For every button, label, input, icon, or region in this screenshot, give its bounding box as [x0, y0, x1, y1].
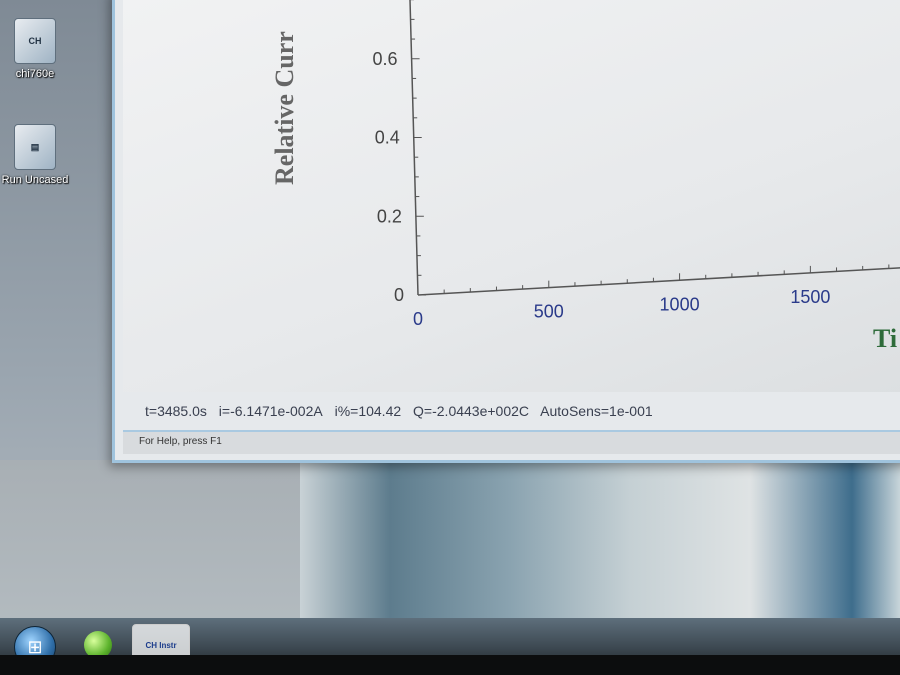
status-autosens: AutoSens=1e-001 — [540, 403, 653, 419]
document-icon: ▤ — [14, 124, 56, 170]
desktop-icon-chi760e[interactable]: CH chi760e — [0, 18, 70, 81]
chi-app-icon: CH — [14, 18, 56, 64]
status-current: i=-6.1471e-002A — [218, 403, 323, 419]
desktop-icon-label: chi760e — [15, 68, 55, 80]
help-text: For Help, press F1 — [139, 436, 222, 447]
y-tick-label: 0 — [394, 285, 404, 305]
x-tick-label: 0 — [413, 309, 423, 329]
chi-taskbar-label: CH Instr — [145, 641, 177, 650]
y-tick-label: 0.6 — [373, 49, 398, 69]
status-current-percent: i%=104.42 — [334, 403, 402, 419]
status-charge: Q=-2.0443e+002C — [413, 403, 530, 419]
x-tick-label: 1500 — [790, 287, 830, 307]
y-axis-label: Relative Curr — [270, 31, 299, 185]
status-time: t=3485.0s — [145, 403, 207, 419]
x-axis-label: Ti — [873, 324, 897, 353]
plot-area: 0 500 1000 1500 0 0.2 0.4 0.6 Relative Curr Ti — [123, 0, 900, 392]
y-tick-label: 0.2 — [377, 206, 402, 226]
chart-svg: 0 500 1000 1500 0 0.2 0.4 0.6 Relative Curr Ti — [270, 0, 900, 353]
status-bar: For Help, press F1 — [123, 430, 900, 454]
desktop-icon-label: Run Uncased — [1, 174, 69, 186]
x-tick-label: 1000 — [660, 294, 700, 314]
desktop-icon-run-uncased[interactable]: ▤ Run Uncased — [0, 124, 70, 187]
y-tick-label: 0.4 — [375, 128, 400, 148]
status-readout: t=3485.0s i=-6.1471e-002A i%=104.42 Q=-2… — [145, 403, 661, 419]
y-axis-line — [409, 0, 419, 296]
x-tick-label: 500 — [534, 302, 564, 322]
monitor-bezel — [0, 655, 900, 675]
chi-application-window: 0 500 1000 1500 0 0.2 0.4 0.6 Relative Curr Ti t=… — [112, 0, 900, 463]
